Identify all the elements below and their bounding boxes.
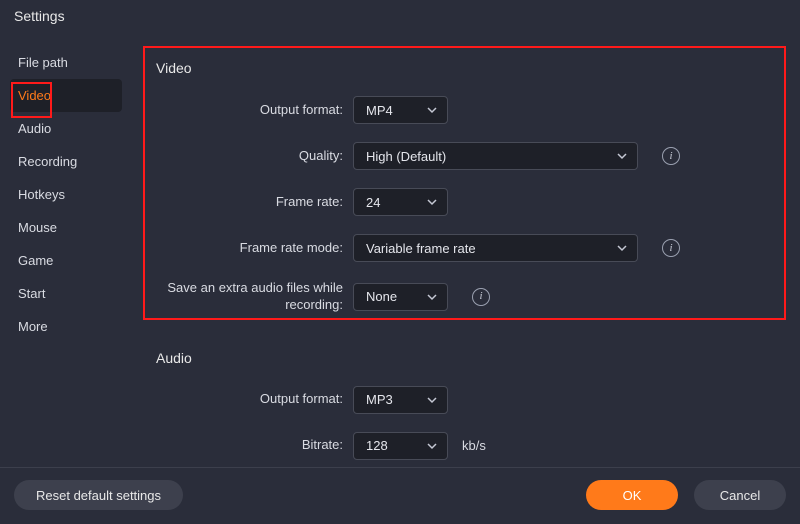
label-audio-output-format: Output format: [148,391,353,408]
sidebar: File path Video Audio Recording Hotkeys … [0,34,128,467]
select-frame-rate-mode-value: Variable frame rate [366,241,476,256]
label-save-extra-audio: Save an extra audio files while recordin… [148,280,353,314]
select-quality[interactable]: High (Default) [353,142,638,170]
section-title-audio: Audio [156,350,780,366]
sidebar-item-audio[interactable]: Audio [10,112,122,145]
info-icon[interactable]: i [662,147,680,165]
chevron-down-icon [427,441,437,451]
sidebar-item-start[interactable]: Start [10,277,122,310]
sidebar-item-more[interactable]: More [10,310,122,343]
select-bitrate-value: 128 [366,438,388,453]
cancel-button[interactable]: Cancel [694,480,786,510]
label-output-format: Output format: [148,102,353,119]
annotation-highlight-main [143,46,786,320]
main-panel: Video Output format: MP4 Quality: High (… [128,34,800,467]
window-title: Settings [0,0,800,34]
sidebar-item-game[interactable]: Game [10,244,122,277]
bitrate-unit: kb/s [462,438,486,453]
info-icon[interactable]: i [472,288,490,306]
chevron-down-icon [427,292,437,302]
info-icon[interactable]: i [662,239,680,257]
select-output-format[interactable]: MP4 [353,96,448,124]
chevron-down-icon [427,105,437,115]
select-output-format-value: MP4 [366,103,393,118]
sidebar-item-hotkeys[interactable]: Hotkeys [10,178,122,211]
select-audio-output-format-value: MP3 [366,392,393,407]
chevron-down-icon [617,243,627,253]
footer: Reset default settings OK Cancel [0,467,800,524]
select-frame-rate-mode[interactable]: Variable frame rate [353,234,638,262]
select-frame-rate-value: 24 [366,195,380,210]
label-bitrate: Bitrate: [148,437,353,454]
select-audio-output-format[interactable]: MP3 [353,386,448,414]
label-frame-rate-mode: Frame rate mode: [148,240,353,257]
label-frame-rate: Frame rate: [148,194,353,211]
chevron-down-icon [617,151,627,161]
select-quality-value: High (Default) [366,149,446,164]
select-save-extra-audio-value: None [366,289,397,304]
section-title-video: Video [156,60,780,76]
sidebar-item-filepath[interactable]: File path [10,46,122,79]
select-save-extra-audio[interactable]: None [353,283,448,311]
select-frame-rate[interactable]: 24 [353,188,448,216]
sidebar-item-video[interactable]: Video [10,79,122,112]
ok-button[interactable]: OK [586,480,678,510]
chevron-down-icon [427,395,437,405]
label-quality: Quality: [148,148,353,165]
sidebar-item-recording[interactable]: Recording [10,145,122,178]
reset-button[interactable]: Reset default settings [14,480,183,510]
chevron-down-icon [427,197,437,207]
sidebar-item-mouse[interactable]: Mouse [10,211,122,244]
select-bitrate[interactable]: 128 [353,432,448,460]
